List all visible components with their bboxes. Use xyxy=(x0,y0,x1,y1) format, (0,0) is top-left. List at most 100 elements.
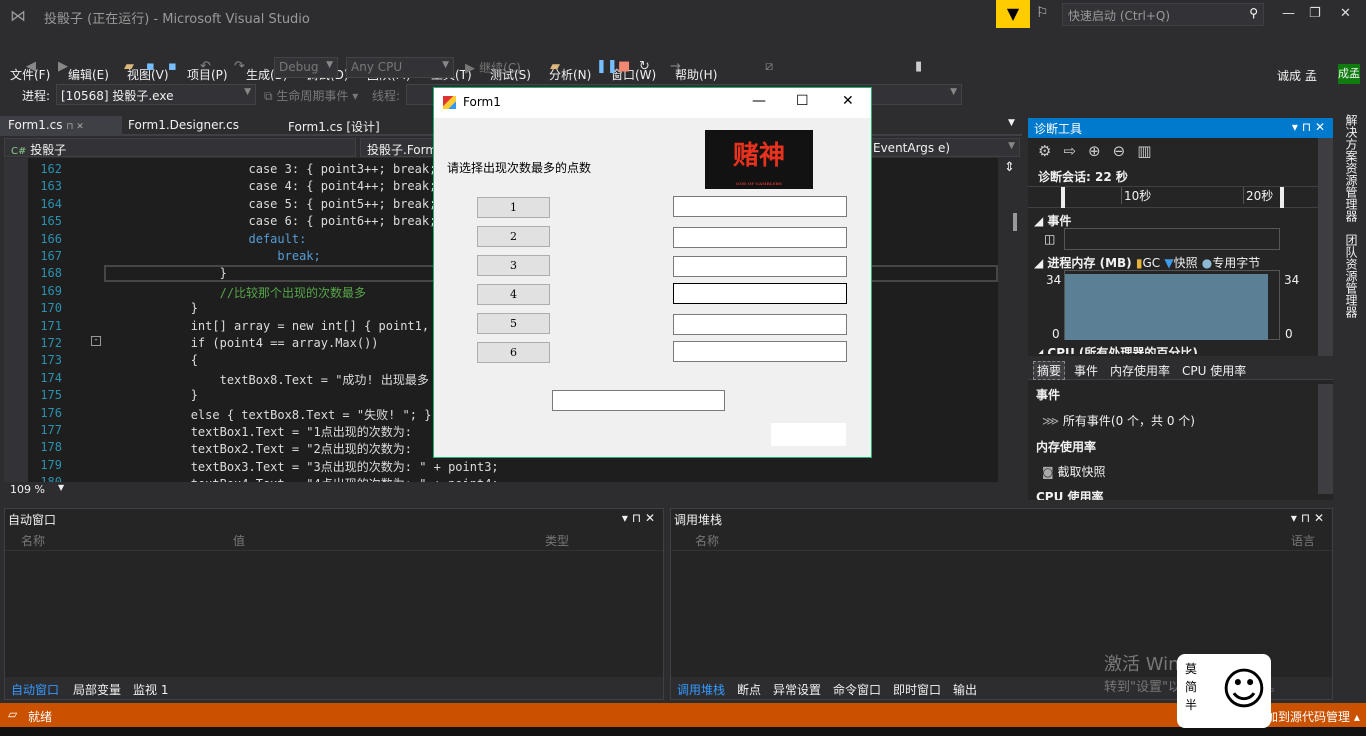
open-icon[interactable]: ▰ xyxy=(124,59,134,74)
scroll-thumb[interactable] xyxy=(1013,213,1017,231)
feedback-icon[interactable]: ▼ xyxy=(996,0,1030,28)
take-snapshot-button[interactable]: ◙ 截取快照 xyxy=(1042,463,1106,480)
result-textbox-4[interactable] xyxy=(673,283,847,304)
timeline-end-handle[interactable] xyxy=(1280,187,1284,208)
restore-button[interactable]: ❐ xyxy=(1309,6,1321,21)
tab-summary[interactable]: 摘要 xyxy=(1033,361,1066,380)
blank-box[interactable] xyxy=(771,423,846,446)
events-pause-icon[interactable]: ◫ xyxy=(1044,232,1055,246)
notification-icon[interactable]: ⚐ xyxy=(1036,5,1049,21)
events-section[interactable]: ◢ 事件 xyxy=(1034,212,1071,229)
collapse-icon[interactable]: - xyxy=(91,336,101,346)
export-icon[interactable]: ⇨ xyxy=(1063,142,1088,160)
tab-command-window[interactable]: 命令窗口 xyxy=(833,681,881,698)
diag-window-controls[interactable]: ▾ ⊓ ✕ xyxy=(1292,120,1325,134)
dice-button-2[interactable]: 2 xyxy=(477,226,550,247)
pause-icon[interactable]: ❚❚ xyxy=(596,59,618,74)
tab-breakpoints[interactable]: 断点 xyxy=(737,681,761,698)
process-dropdown[interactable]: [10568] 投骰子.exe ▼ xyxy=(56,84,256,105)
timeline-ruler[interactable]: 10秒 20秒 xyxy=(1028,186,1318,208)
search-icon: ⚲ xyxy=(1249,6,1258,20)
user-name[interactable]: 诚成 孟 xyxy=(1277,67,1317,84)
save-all-icon[interactable]: ▪ xyxy=(168,59,177,74)
tab-form1-cs[interactable]: Form1.cs ⊓ ✕ xyxy=(0,116,122,136)
dice-button-6[interactable]: 6 xyxy=(477,342,550,363)
chart-icon[interactable]: ▥ xyxy=(1137,142,1163,160)
tab-immediate-window[interactable]: 即时窗口 xyxy=(893,681,941,698)
find-icon[interactable]: ▰ xyxy=(550,59,560,74)
settings-icon[interactable]: ⚙ xyxy=(1038,142,1063,160)
tab-overflow-icon[interactable]: ▼ xyxy=(1008,118,1015,128)
tab-output[interactable]: 输出 xyxy=(953,681,977,698)
minimize-button[interactable]: — xyxy=(1282,6,1295,21)
result-textbox-6[interactable] xyxy=(673,341,847,362)
platform-dropdown[interactable]: Any CPU ▼ xyxy=(346,57,454,78)
back-icon[interactable]: ◀ xyxy=(26,59,36,74)
pin-icon[interactable]: ⊓ ✕ xyxy=(66,122,83,132)
tab-exception-settings[interactable]: 异常设置 xyxy=(773,681,821,698)
memory-section[interactable]: ◢ 进程内存 (MB) ▮GC ▼快照 ●专用字节 xyxy=(1034,254,1260,271)
bookmark-icon[interactable]: ▮ xyxy=(915,59,922,74)
dice-button-4[interactable]: 4 xyxy=(477,284,550,305)
dice-button-5[interactable]: 5 xyxy=(477,313,550,334)
col-name[interactable]: 名称 xyxy=(695,532,719,549)
result-textbox-2[interactable] xyxy=(673,227,847,248)
zoom-dropdown-icon[interactable]: ▼ xyxy=(58,483,64,492)
cpu-section[interactable]: ◢ CPU (所有处理器的百分比) xyxy=(1034,344,1198,354)
tab-watch1[interactable]: 监视 1 xyxy=(133,681,168,698)
tab-form1-designer[interactable]: Form1.Designer.cs xyxy=(120,116,247,136)
dice-button-3[interactable]: 3 xyxy=(477,255,550,276)
result-textbox-1[interactable] xyxy=(673,196,847,217)
user-avatar[interactable]: 成孟 xyxy=(1338,64,1360,84)
zoom-out-icon[interactable]: ⊖ xyxy=(1113,142,1138,160)
quick-launch-input[interactable]: 快速启动 (Ctrl+Q) ⚲ xyxy=(1062,3,1264,26)
tab-memory[interactable]: 内存使用率 xyxy=(1110,362,1170,379)
tab-autos[interactable]: 自动窗口 xyxy=(11,681,59,698)
col-name[interactable]: 名称 xyxy=(21,532,45,549)
summary-scrollbar[interactable] xyxy=(1318,384,1333,494)
outcome-textbox[interactable] xyxy=(552,390,725,411)
zoom-in-icon[interactable]: ⊕ xyxy=(1088,142,1113,160)
col-value[interactable]: 值 xyxy=(233,532,245,549)
project-dropdown[interactable]: C# 投骰子 xyxy=(4,138,356,157)
col-language[interactable]: 语言 xyxy=(1291,532,1315,549)
breakpoints-icon[interactable]: ⧄ xyxy=(765,59,773,74)
save-icon[interactable]: ▪ xyxy=(146,59,155,74)
zoom-level[interactable]: 109 % xyxy=(10,483,45,496)
timeline-start-handle[interactable] xyxy=(1061,187,1065,208)
split-icon[interactable]: ⇕ xyxy=(1004,160,1015,175)
editor-scrollbar[interactable]: ⇕ xyxy=(1000,158,1020,482)
redo-icon[interactable]: ↷ xyxy=(234,59,245,74)
config-dropdown[interactable]: Debug ▼ xyxy=(274,57,338,78)
code-line: else { textBox8.Text = "失败! "; } xyxy=(104,407,432,422)
all-events-link[interactable]: ⋙ 所有事件(0 个，共 0 个) xyxy=(1042,412,1195,429)
result-textbox-3[interactable] xyxy=(673,256,847,277)
show-next-statement-icon[interactable]: → xyxy=(670,59,681,74)
tab-locals[interactable]: 局部变量 xyxy=(73,681,121,698)
form-close-button[interactable]: ✕ xyxy=(842,93,854,109)
continue-button[interactable]: ▶ 继续(C) xyxy=(465,59,521,76)
stop-icon[interactable]: ■ xyxy=(618,59,630,74)
diag-scrollbar[interactable] xyxy=(1318,138,1333,356)
team-explorer-tab[interactable]: 团队资源管理器 xyxy=(1343,234,1360,318)
tab-cpu[interactable]: CPU 使用率 xyxy=(1182,362,1246,379)
solution-explorer-tab[interactable]: 解决方案资源管理器 xyxy=(1343,114,1360,222)
tab-form1-design[interactable]: Form1.cs [设计] xyxy=(280,116,388,136)
form-maximize-button[interactable]: ☐ xyxy=(796,93,809,109)
dice-button-1[interactable]: 1 xyxy=(477,197,550,218)
autos-window-controls[interactable]: ▾ ⊓ ✕ xyxy=(622,511,655,525)
restart-icon[interactable]: ↻ xyxy=(639,59,650,74)
form-minimize-button[interactable]: — xyxy=(752,93,766,109)
undo-icon[interactable]: ↶ xyxy=(200,59,211,74)
tab-call-stack[interactable]: 调用堆栈 xyxy=(677,681,725,698)
member-dropdown[interactable]: EventArgs e) ▼ xyxy=(866,138,1020,157)
tab-events[interactable]: 事件 xyxy=(1074,362,1098,379)
lifecycle-events-button[interactable]: ⧉ 生命周期事件 ▾ xyxy=(264,87,358,104)
call-stack-window-controls[interactable]: ▾ ⊓ ✕ xyxy=(1291,511,1324,525)
result-textbox-5[interactable] xyxy=(673,314,847,335)
forward-icon[interactable]: ▶ xyxy=(58,59,68,74)
close-button[interactable]: ✕ xyxy=(1340,6,1351,21)
form1-title-bar: Form1 — ☐ ✕ xyxy=(434,88,871,118)
col-type[interactable]: 类型 xyxy=(545,532,569,549)
title-bar: ⋈ 投骰子 (正在运行) - Microsoft Visual Studio ▼… xyxy=(0,0,1366,32)
